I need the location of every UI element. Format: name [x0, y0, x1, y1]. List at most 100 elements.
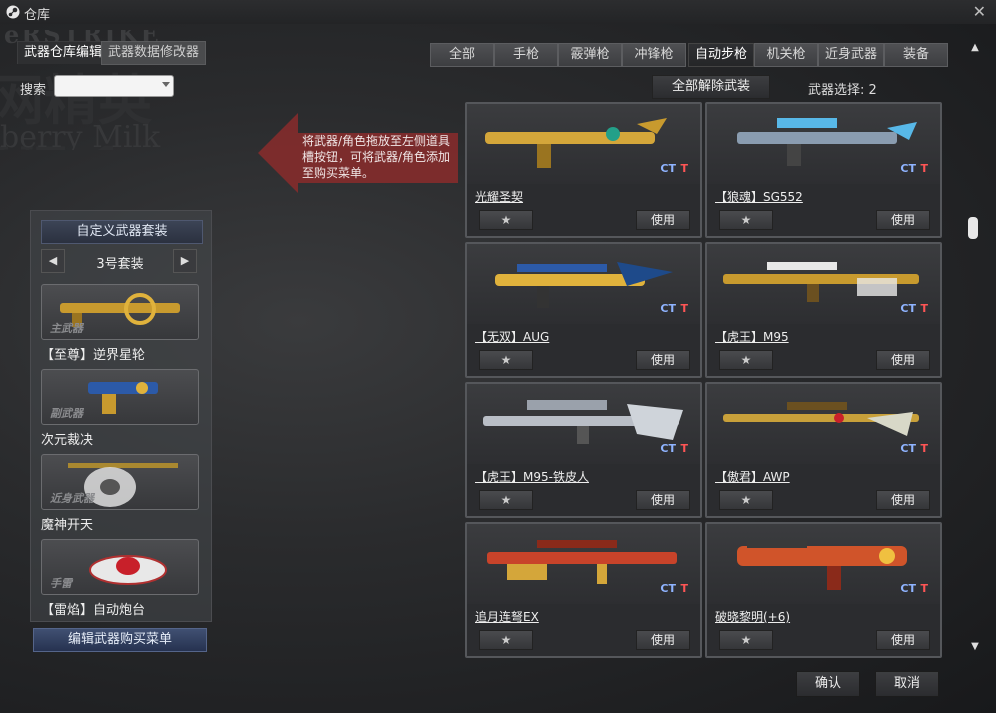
background-logo-line3: berry Milk Edition: [0, 120, 161, 150]
slot-type-label: 副武器: [50, 407, 83, 420]
weapon-name[interactable]: 光耀圣契: [475, 188, 523, 205]
weapon-card[interactable]: CT T 追月连弩EX ★ 使用: [465, 522, 702, 658]
scrollbar-track[interactable]: [971, 58, 979, 638]
weapon-card[interactable]: CT T 光耀圣契 ★ 使用: [465, 102, 702, 238]
use-button[interactable]: 使用: [636, 350, 690, 370]
weapon-name[interactable]: 追月连弩EX: [475, 608, 539, 625]
t-badge: T: [680, 162, 688, 175]
weapon-grid: CT T 光耀圣契 ★ 使用 CT T 【狼魂】SG552 ★ 使用 CT T …: [463, 100, 951, 660]
tab-all[interactable]: 全部: [430, 43, 494, 67]
use-button[interactable]: 使用: [876, 350, 930, 370]
weapon-card[interactable]: CT T 【狼魂】SG552 ★ 使用: [705, 102, 942, 238]
weapon-name[interactable]: 【虎王】M95-铁皮人: [475, 468, 589, 485]
weapon-image: CT T: [467, 244, 700, 324]
search-input[interactable]: [55, 76, 161, 96]
weapon-card[interactable]: CT T 【虎王】M95-铁皮人 ★ 使用: [465, 382, 702, 518]
favorite-star-icon[interactable]: ★: [719, 210, 773, 230]
chevron-down-icon[interactable]: [162, 82, 170, 87]
confirm-button[interactable]: 确认: [796, 671, 860, 697]
slot-primary-name: 【至尊】逆界星轮: [41, 348, 146, 363]
tab-equipment[interactable]: 装备: [884, 43, 948, 67]
use-button[interactable]: 使用: [876, 630, 930, 650]
weapon-name[interactable]: 【狼魂】SG552: [715, 188, 803, 205]
ct-badge: CT: [900, 442, 916, 455]
favorite-star-icon[interactable]: ★: [479, 210, 533, 230]
weapon-card[interactable]: CT T 【傲君】AWP ★ 使用: [705, 382, 942, 518]
t-badge: T: [680, 302, 688, 315]
unequip-all-button[interactable]: 全部解除武装: [652, 75, 770, 99]
next-set-button[interactable]: ▶: [173, 249, 197, 273]
weapon-image: CT T: [707, 244, 940, 324]
t-badge: T: [680, 582, 688, 595]
slot-type-label: 主武器: [50, 322, 83, 335]
tab-weapon-data-editor[interactable]: 武器数据修改器: [101, 41, 207, 65]
favorite-star-icon[interactable]: ★: [479, 490, 533, 510]
use-button[interactable]: 使用: [876, 490, 930, 510]
weapon-image: CT T: [707, 384, 940, 464]
edit-buy-menu-button[interactable]: 编辑武器购买菜单: [33, 628, 207, 652]
slot-grenade[interactable]: 手雷: [41, 539, 199, 595]
weapon-image: CT T: [467, 384, 700, 464]
weapon-image: CT T: [467, 524, 700, 604]
cancel-button[interactable]: 取消: [875, 671, 939, 697]
triangle-right-icon: ▶: [180, 254, 190, 267]
weapon-image: CT T: [467, 104, 700, 184]
favorite-star-icon[interactable]: ★: [719, 350, 773, 370]
favorite-star-icon[interactable]: ★: [719, 630, 773, 650]
favorite-star-icon[interactable]: ★: [719, 490, 773, 510]
prev-set-button[interactable]: ◀: [41, 249, 65, 273]
weapon-name[interactable]: 【无双】AUG: [475, 328, 549, 345]
ct-badge: CT: [900, 302, 916, 315]
ct-badge: CT: [660, 582, 676, 595]
search-label: 搜索: [20, 83, 47, 98]
slot-primary[interactable]: 主武器: [41, 284, 199, 340]
use-button[interactable]: 使用: [876, 210, 930, 230]
triangle-left-icon: ◀: [48, 254, 58, 267]
slot-secondary[interactable]: 副武器: [41, 369, 199, 425]
weapon-card[interactable]: CT T 【虎王】M95 ★ 使用: [705, 242, 942, 378]
custom-set-title: 自定义武器套装: [41, 220, 203, 244]
t-badge: T: [680, 442, 688, 455]
slot-secondary-name: 次元裁决: [41, 433, 94, 448]
slot-type-label: 近身武器: [50, 492, 94, 505]
tab-pistol[interactable]: 手枪: [494, 43, 558, 67]
slot-melee[interactable]: 近身武器: [41, 454, 199, 510]
tab-smg[interactable]: 冲锋枪: [622, 43, 686, 67]
use-button[interactable]: 使用: [636, 630, 690, 650]
favorite-star-icon[interactable]: ★: [479, 630, 533, 650]
weapon-card[interactable]: CT T 【无双】AUG ★ 使用: [465, 242, 702, 378]
ct-badge: CT: [900, 162, 916, 175]
scrollbar-thumb[interactable]: [968, 217, 978, 239]
slot-type-label: 手雷: [50, 577, 72, 590]
t-badge: T: [920, 442, 928, 455]
tab-melee[interactable]: 近身武器: [818, 43, 884, 67]
close-icon[interactable]: ✕: [973, 2, 986, 21]
scroll-down-icon[interactable]: ▼: [968, 641, 982, 653]
use-button[interactable]: 使用: [636, 210, 690, 230]
favorite-star-icon[interactable]: ★: [479, 350, 533, 370]
tab-shotgun[interactable]: 霰弹枪: [558, 43, 622, 67]
t-badge: T: [920, 302, 928, 315]
tab-machine-gun[interactable]: 机关枪: [754, 43, 818, 67]
ct-badge: CT: [900, 582, 916, 595]
weapon-name[interactable]: 破晓黎明(+6): [715, 608, 790, 625]
tab-rifle[interactable]: 自动步枪: [688, 43, 754, 67]
search-dropdown[interactable]: [54, 75, 174, 97]
scroll-up-icon[interactable]: ▲: [968, 42, 982, 54]
drag-hint-text: 将武器/角色拖放至左侧道具槽按钮，可将武器/角色添加至购买菜单。: [302, 134, 451, 180]
set-label: 3号套装: [96, 257, 144, 272]
slot-melee-name: 魔神开天: [41, 518, 94, 533]
tab-weapon-warehouse-edit[interactable]: 武器仓库编辑: [17, 41, 110, 64]
t-badge: T: [920, 162, 928, 175]
weapon-name[interactable]: 【虎王】M95: [715, 328, 789, 345]
weapon-card[interactable]: CT T 破晓黎明(+6) ★ 使用: [705, 522, 942, 658]
weapon-select-count: 武器选择: 2: [808, 83, 877, 98]
title-bar: 仓库 ✕: [0, 0, 996, 24]
ct-badge: CT: [660, 442, 676, 455]
t-badge: T: [920, 582, 928, 595]
slot-grenade-name: 【雷焰】自动炮台: [41, 603, 146, 618]
weapon-image: CT T: [707, 104, 940, 184]
use-button[interactable]: 使用: [636, 490, 690, 510]
window-title: 仓库: [24, 8, 51, 23]
weapon-name[interactable]: 【傲君】AWP: [715, 468, 790, 485]
